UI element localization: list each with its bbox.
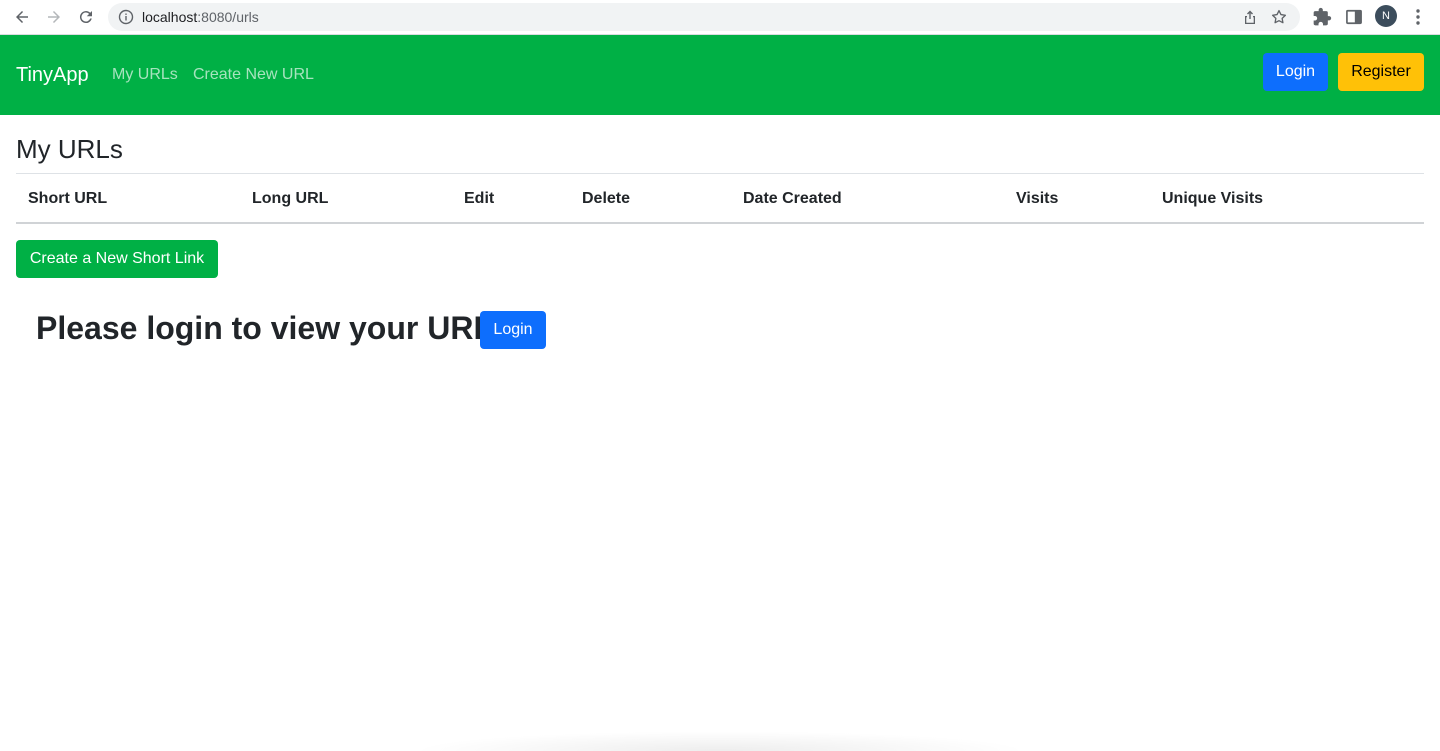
prompt-login-button[interactable]: Login [480,311,546,349]
bottom-shadow [410,731,1030,751]
column-header-delete: Delete [582,190,631,207]
side-panel-icon[interactable] [1344,7,1364,27]
column-header-visits: Visits [1016,190,1059,207]
brand-link[interactable]: TinyApp [16,64,89,86]
menu-icon[interactable] [1408,7,1428,27]
login-prompt: Please login to view your URLs: [36,310,522,346]
forward-icon[interactable] [42,5,66,29]
address-bar[interactable]: localhost:8080/urls [108,3,1300,31]
urls-table: Short URL Long URL Edit Delete Date Crea… [16,173,1424,224]
url-path: :8080/urls [197,9,259,25]
column-header-unique-visits: Unique Visits [1162,190,1264,207]
create-short-link-button[interactable]: Create a New Short Link [16,240,218,278]
url-host: localhost [142,9,198,25]
column-header-date-created: Date Created [743,190,842,207]
column-header-short-url: Short URL [28,190,108,207]
nav-link-my-urls[interactable]: My URLs [112,66,178,84]
share-icon[interactable] [1242,9,1258,25]
column-header-edit: Edit [464,190,495,207]
table-header-row: Short URL Long URL Edit Delete Date Crea… [16,174,1424,224]
column-header-long-url: Long URL [252,190,329,207]
page-title: My URLs [16,134,123,164]
register-button[interactable]: Register [1338,53,1424,91]
info-icon[interactable] [118,9,134,25]
extensions-icon[interactable] [1312,7,1332,27]
profile-avatar[interactable]: N [1375,5,1397,27]
nav-link-create-new-url[interactable]: Create New URL [193,66,314,84]
browser-toolbar: localhost:8080/urls N [0,0,1440,35]
login-button[interactable]: Login [1263,53,1328,91]
star-icon[interactable] [1270,8,1288,26]
back-icon[interactable] [10,5,34,29]
url-text[interactable]: localhost:8080/urls [142,9,259,25]
app-navbar: TinyApp My URLs Create New URL Login Reg… [0,35,1440,115]
reload-icon[interactable] [74,5,98,29]
